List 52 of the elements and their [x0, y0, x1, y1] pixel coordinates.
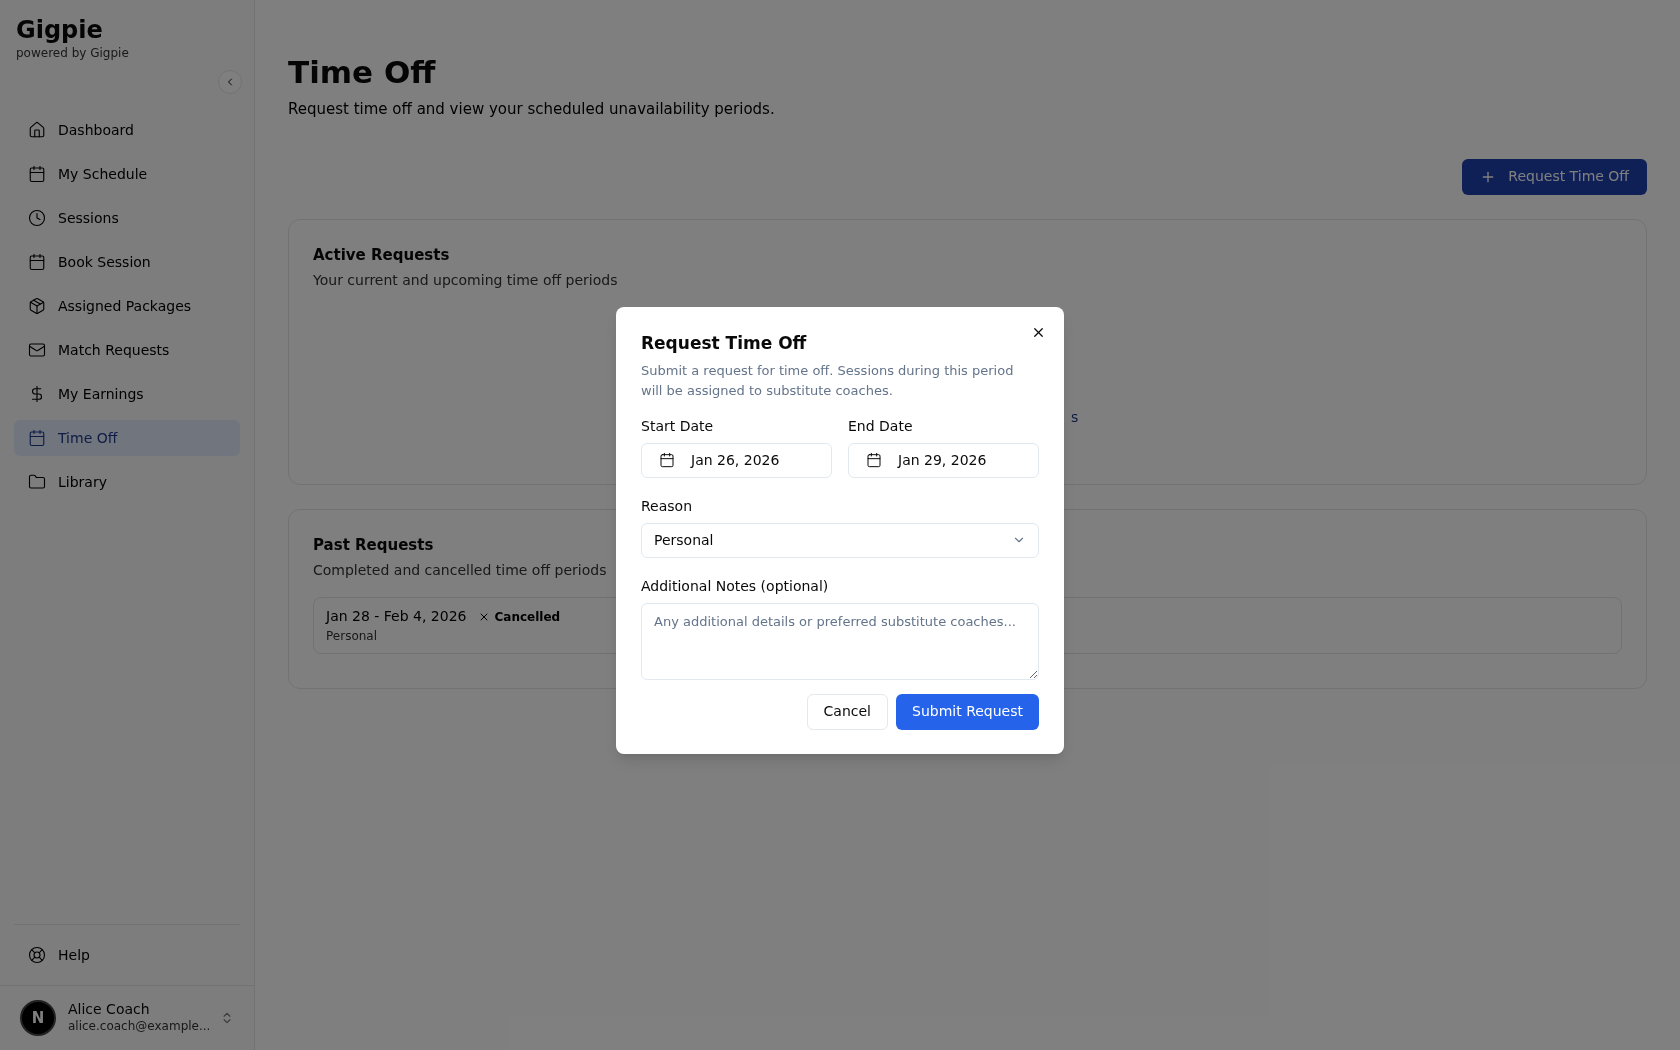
request-dates: Jan 28 - Feb 4, 2026	[326, 607, 467, 626]
field-label: Reason	[641, 496, 694, 516]
home-icon	[28, 121, 46, 139]
field-label: Additional Notes (optional)	[641, 576, 830, 596]
sidebar-item[interactable]: My Earnings	[14, 376, 240, 412]
field-label: Start Date	[641, 416, 715, 436]
user-email: alice.coach@example...	[68, 1018, 208, 1035]
page-subtitle: Request time off and view your scheduled unavailability periods.	[288, 99, 776, 120]
sidebar-item[interactable]: Match Requests	[14, 332, 240, 368]
request-time-off-button[interactable]: Request Time Off	[1462, 158, 1647, 195]
sidebar-item[interactable]: Assigned Packages	[14, 288, 240, 324]
folder-icon	[28, 473, 46, 491]
dialog-title: Request Time Off	[641, 332, 808, 355]
sidebar-item[interactable]: Sessions	[14, 200, 240, 236]
field-label: End Date	[848, 416, 914, 436]
sidebar-item[interactable]: Library	[14, 464, 240, 500]
notes-field[interactable]: Any additional details or preferred substitute coaches...	[641, 602, 1039, 680]
collapse-button[interactable]	[218, 70, 242, 94]
dialog-description: Submit a request for time off. Sessions during this period will be assigned to substitute coaches.	[641, 361, 1015, 400]
brand-name: Gigpie	[16, 16, 104, 44]
submit-button[interactable]: Submit Request	[896, 693, 1039, 730]
date-picker[interactable]: Jan 26, 2026	[641, 442, 832, 478]
sidebar-item[interactable]: Book Session	[14, 244, 240, 280]
close-button[interactable]	[1031, 325, 1046, 340]
sidebar-item[interactable]: Time Off	[14, 420, 240, 456]
user-name: Alice Coach	[68, 1001, 151, 1017]
sidebar-item[interactable]: Dashboard	[14, 112, 240, 148]
lifebuoy-icon	[28, 946, 46, 964]
help-link[interactable]: Help	[14, 937, 240, 973]
clock-icon	[28, 209, 46, 227]
sidebar-item[interactable]: My Schedule	[14, 156, 240, 192]
close-icon	[1031, 325, 1046, 340]
page-title: Time Off	[288, 54, 437, 90]
envelope-icon	[28, 341, 46, 359]
calendar-icon	[28, 165, 46, 183]
reason-select[interactable]: Personal	[641, 522, 1039, 558]
card-description: Your current and upcoming time off periods	[313, 271, 618, 290]
request-reason: Personal	[326, 628, 377, 645]
box-icon	[28, 297, 46, 315]
cancel-button[interactable]: Cancel	[806, 693, 888, 730]
calendar-icon	[28, 429, 46, 447]
calendar-icon	[28, 253, 46, 271]
brand-tagline: powered by Gigpie	[16, 45, 130, 62]
empty-state-text: s	[1071, 408, 1079, 427]
card-title: Active Requests	[313, 244, 450, 266]
calendar-icon	[866, 452, 882, 468]
card-description: Completed and cancelled time off periods	[313, 561, 607, 580]
date-picker[interactable]: Jan 29, 2026	[848, 442, 1039, 478]
calendar-icon	[659, 452, 675, 468]
status-label: Cancelled	[478, 607, 561, 626]
avatar: N	[20, 1000, 56, 1036]
card-title: Past Requests	[313, 534, 434, 556]
